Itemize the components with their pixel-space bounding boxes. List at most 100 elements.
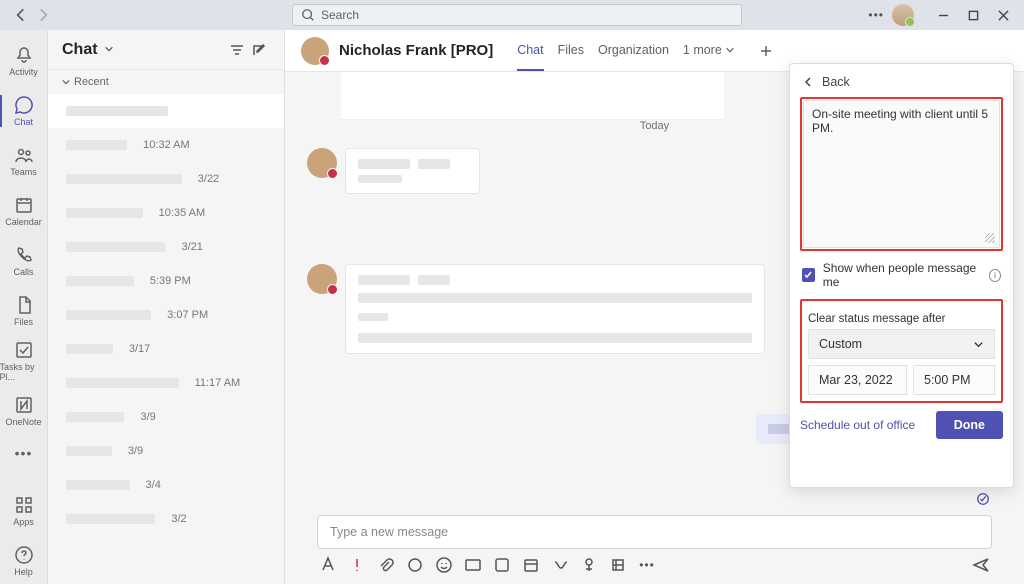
done-button[interactable]: Done xyxy=(936,411,1003,439)
show-when-checkbox[interactable] xyxy=(802,268,815,282)
chat-timestamp: 10:35 AM xyxy=(159,207,205,219)
chat-timestamp: 5:39 PM xyxy=(150,275,191,287)
stream-icon[interactable] xyxy=(551,556,569,574)
onenote-icon xyxy=(14,395,34,415)
rail-chat[interactable]: Chat xyxy=(0,88,48,134)
tab-files[interactable]: Files xyxy=(558,30,584,71)
info-icon[interactable]: i xyxy=(989,269,1001,282)
title-bar: Search ••• xyxy=(0,0,1024,30)
chat-list-item[interactable]: 10:32 AM xyxy=(48,128,284,162)
schedule-ooo-link[interactable]: Schedule out of office xyxy=(800,418,915,432)
tasks-icon xyxy=(14,340,34,360)
contact-name: Nicholas Frank [PRO] xyxy=(339,42,493,59)
nav-forward[interactable] xyxy=(34,6,52,24)
apps-icon xyxy=(14,495,34,515)
chat-list-item[interactable]: 3/22 xyxy=(48,162,284,196)
rail-help[interactable]: Help xyxy=(0,538,48,584)
chat-list-item[interactable]: 3/9 xyxy=(48,400,284,434)
incoming-message xyxy=(345,148,480,194)
emoji-icon[interactable] xyxy=(435,556,453,574)
message-avatar[interactable] xyxy=(307,148,337,178)
clear-after-select[interactable]: Custom xyxy=(808,329,995,359)
search-input[interactable]: Search xyxy=(292,4,742,26)
rail-activity[interactable]: Activity xyxy=(0,38,48,84)
chat-name-placeholder xyxy=(66,174,182,184)
schedule-icon[interactable] xyxy=(522,556,540,574)
clear-after-label: Clear status message after xyxy=(808,313,995,325)
status-back-button[interactable]: Back xyxy=(800,72,1003,97)
nav-back[interactable] xyxy=(12,6,30,24)
app-rail: Activity Chat Teams Calendar Calls Files… xyxy=(0,30,48,584)
window-maximize[interactable] xyxy=(958,0,988,30)
status-message-text: On-site meeting with client until 5 PM. xyxy=(812,107,988,135)
chat-list-item[interactable]: 3/21 xyxy=(48,230,284,264)
chat-name-placeholder xyxy=(66,412,124,422)
chat-name-placeholder xyxy=(66,446,112,456)
clear-time-input[interactable]: 5:00 PM xyxy=(913,365,995,395)
chat-list-item[interactable]: 3/9 xyxy=(48,434,284,468)
rail-calendar[interactable]: Calendar xyxy=(0,188,48,234)
chat-timestamp: 3/9 xyxy=(140,411,155,423)
message-avatar[interactable] xyxy=(307,264,337,294)
chat-name-placeholder xyxy=(66,378,179,388)
chat-list-panel: Chat Recent 10:32 AM3/2210:35 AM3/215:39… xyxy=(48,30,285,584)
approval-icon[interactable] xyxy=(580,556,598,574)
attach-icon[interactable] xyxy=(377,556,395,574)
search-icon xyxy=(301,8,315,22)
resize-handle-icon[interactable] xyxy=(985,233,995,243)
gif-icon[interactable] xyxy=(464,556,482,574)
tab-more[interactable]: 1 more xyxy=(683,30,735,71)
chat-list-item[interactable]: 3:07 PM xyxy=(48,298,284,332)
incoming-message xyxy=(345,264,765,354)
filter-button[interactable] xyxy=(226,39,248,61)
priority-icon[interactable] xyxy=(348,556,366,574)
add-tab-button[interactable] xyxy=(755,40,777,62)
app-icon[interactable] xyxy=(609,556,627,574)
phone-icon xyxy=(14,245,34,265)
format-icon[interactable] xyxy=(319,556,337,574)
chat-name-placeholder xyxy=(66,480,130,490)
rail-files[interactable]: Files xyxy=(0,288,48,334)
clear-date-input[interactable]: Mar 23, 2022 xyxy=(808,365,907,395)
chat-list-item[interactable] xyxy=(48,94,284,128)
user-avatar[interactable] xyxy=(892,4,914,26)
window-minimize[interactable] xyxy=(928,0,958,30)
rail-onenote[interactable]: OneNote xyxy=(0,388,48,434)
tab-chat[interactable]: Chat xyxy=(517,30,543,71)
rail-apps[interactable]: Apps xyxy=(0,488,48,534)
chat-list-item[interactable]: 10:35 AM xyxy=(48,196,284,230)
more-icon[interactable]: ••• xyxy=(868,8,884,22)
help-icon xyxy=(14,545,34,565)
rail-teams[interactable]: Teams xyxy=(0,138,48,184)
rail-more[interactable]: ••• xyxy=(15,438,33,468)
chat-timestamp: 3:07 PM xyxy=(167,309,208,321)
contact-avatar[interactable] xyxy=(301,37,329,65)
section-recent[interactable]: Recent xyxy=(48,70,284,94)
window-close[interactable] xyxy=(988,0,1018,30)
status-textarea[interactable]: On-site meeting with client until 5 PM. xyxy=(803,100,1000,248)
chat-icon xyxy=(14,95,34,115)
teams-icon xyxy=(14,145,34,165)
sticker-icon[interactable] xyxy=(493,556,511,574)
bell-icon xyxy=(14,45,34,65)
loop-icon[interactable] xyxy=(406,556,424,574)
tab-organization[interactable]: Organization xyxy=(598,30,669,71)
rail-tasks[interactable]: Tasks by Pl... xyxy=(0,338,48,384)
new-chat-button[interactable] xyxy=(248,39,270,61)
chat-list-item[interactable]: 5:39 PM xyxy=(48,264,284,298)
send-button[interactable] xyxy=(972,556,990,574)
chat-name-placeholder xyxy=(66,514,155,524)
chat-list-item[interactable]: 3/2 xyxy=(48,502,284,536)
more-tools-icon[interactable]: ••• xyxy=(638,556,656,574)
chat-list-item[interactable]: 11:17 AM xyxy=(48,366,284,400)
chevron-down-icon[interactable] xyxy=(104,43,114,57)
chat-name-placeholder xyxy=(66,140,127,150)
chat-timestamp: 3/17 xyxy=(129,343,150,355)
chat-list-item[interactable]: 3/17 xyxy=(48,332,284,366)
compose-placeholder: Type a new message xyxy=(330,525,448,539)
seen-indicator-icon xyxy=(976,492,990,509)
chat-list-item[interactable]: 3/4 xyxy=(48,468,284,502)
compose-input[interactable]: Type a new message xyxy=(317,515,992,549)
rail-calls[interactable]: Calls xyxy=(0,238,48,284)
status-message-panel: Back On-site meeting with client until 5… xyxy=(789,63,1014,488)
